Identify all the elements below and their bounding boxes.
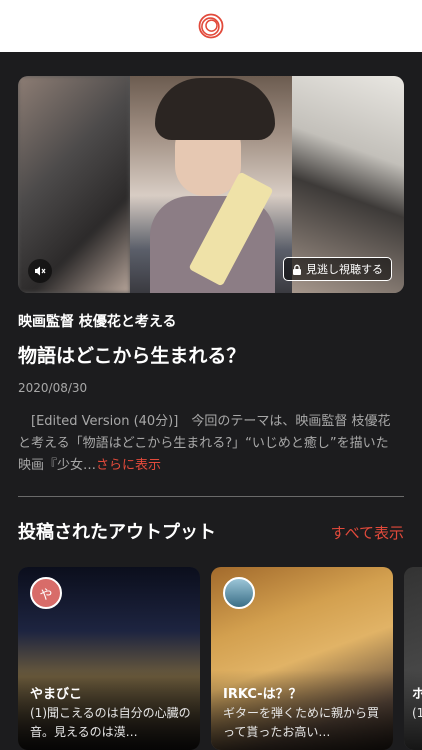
output-card[interactable]: や やまびこ (1)聞こえるのは自分の心臓の音。見えるのは漠… bbox=[18, 567, 200, 750]
app-header bbox=[0, 0, 422, 52]
outputs-section-title: 投稿されたアウトプット bbox=[18, 522, 216, 543]
mute-button[interactable] bbox=[28, 259, 52, 283]
card-excerpt: (1 bbox=[412, 706, 422, 720]
output-card[interactable]: ホ (1 bbox=[404, 567, 422, 750]
video-player[interactable]: 見逃し視聴する bbox=[18, 76, 404, 293]
watch-replay-button[interactable]: 見逃し視聴する bbox=[283, 257, 392, 281]
episode-subtitle: 映画監督 枝優花と考える bbox=[18, 314, 177, 330]
watch-replay-label: 見逃し視聴する bbox=[306, 263, 383, 276]
show-more-link[interactable]: さらに表示 bbox=[96, 458, 161, 473]
card-author: ホ bbox=[412, 687, 422, 702]
video-thumbnail bbox=[130, 76, 292, 293]
lock-icon bbox=[293, 264, 301, 275]
show-all-link[interactable]: すべて表示 bbox=[331, 522, 404, 543]
episode-description: [Edited Version (40分)] 今回のテーマは、映画監督 枝優花と… bbox=[18, 411, 400, 477]
card-excerpt: (1)聞こえるのは自分の心臓の音。見えるのは漠… bbox=[30, 706, 191, 739]
card-excerpt: ギターを弾くために親から買って貰ったお高い… bbox=[223, 706, 380, 739]
spiral-logo-icon[interactable] bbox=[197, 12, 225, 40]
card-author: IRKC-は？？ bbox=[223, 687, 302, 702]
avatar[interactable] bbox=[223, 577, 255, 609]
episode-date: 2020/08/30 bbox=[18, 381, 88, 395]
description-text: [Edited Version (40分)] 今回のテーマは、映画監督 枝優花と… bbox=[18, 414, 391, 473]
card-author: やまびこ bbox=[30, 687, 83, 702]
section-divider bbox=[18, 496, 404, 497]
episode-title: 物語はどこから生まれる？ bbox=[18, 345, 246, 367]
avatar[interactable]: や bbox=[30, 577, 62, 609]
output-card[interactable]: IRKC-は？？ ギターを弾くために親から買って貰ったお高い… bbox=[211, 567, 393, 750]
speaker-muted-icon bbox=[35, 266, 46, 276]
